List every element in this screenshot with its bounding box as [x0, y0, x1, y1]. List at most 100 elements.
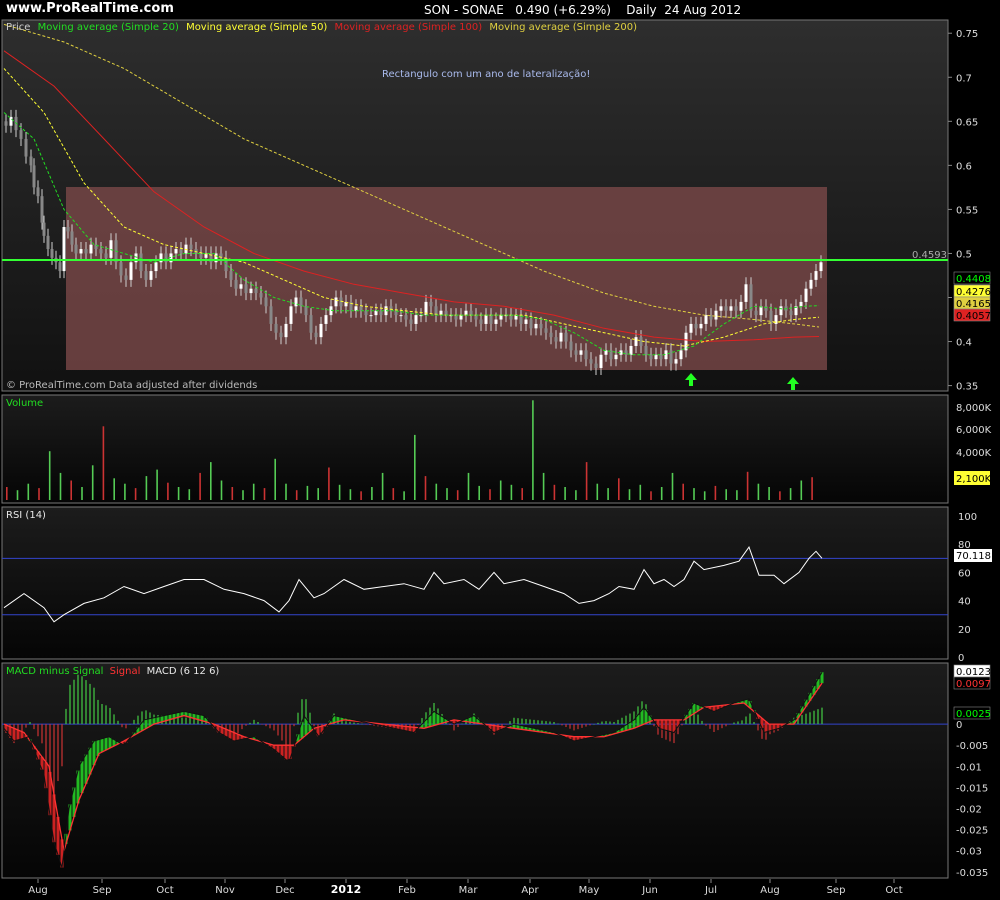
candle-body: [40, 196, 44, 223]
candle-body: [594, 363, 598, 368]
macd-hist-bar: [309, 712, 311, 725]
candle-body: [524, 319, 528, 324]
macd-hist-bar: [713, 724, 715, 732]
price-legend: Price Moving average (Simple 20) Moving …: [6, 22, 637, 33]
candle-body: [734, 306, 738, 311]
volume-bar: [59, 472, 62, 500]
candle-body: [499, 315, 503, 320]
x-axis-label: Jul: [704, 885, 717, 896]
macd-hist-bar: [589, 724, 591, 726]
candle-body: [689, 323, 693, 333]
chart-canvas: 0.4593 Price Moving average (Simple 20) …: [1, 19, 992, 896]
macd-hist-bar: [809, 712, 811, 725]
candle-body: [414, 315, 418, 324]
rsi-tick-label: 60: [958, 568, 971, 579]
macd-tick-label: -0.005: [956, 741, 988, 752]
candle-body: [559, 332, 563, 342]
price-panel: 0.4593 Price Moving average (Simple 20) …: [1, 19, 949, 392]
value-tag: 0.4057: [956, 311, 991, 322]
volume-bar: [113, 478, 115, 500]
macd-hist-bar: [185, 717, 187, 725]
candle-body: [799, 301, 803, 307]
macd-hist-bar: [53, 724, 55, 796]
volume-bar: [328, 467, 330, 500]
volume-bar: [295, 490, 298, 500]
macd-hist-bar: [457, 724, 459, 728]
x-axis-label: Sep: [93, 885, 112, 896]
candle-body: [719, 306, 723, 311]
macd-hist-bar: [461, 723, 463, 725]
x-axis-label: Nov: [215, 885, 235, 896]
candle-body: [534, 323, 538, 329]
macd-hist-bar: [109, 707, 111, 725]
volume-bar: [789, 488, 792, 500]
volume-bar: [188, 489, 191, 500]
candle-body: [379, 310, 383, 316]
candle-body: [369, 315, 373, 317]
volume-bar: [553, 484, 556, 500]
macd-hist-bar: [85, 680, 87, 725]
candle-body: [464, 310, 468, 316]
macd-hist-bar: [537, 720, 539, 725]
candle-body: [239, 284, 243, 289]
volume-bar: [38, 488, 40, 500]
volume-bar: [338, 484, 341, 500]
macd-line-label: MACD (6 12 6): [147, 666, 220, 677]
candle-body: [789, 310, 793, 316]
candle-body: [814, 271, 818, 280]
macd-hist-bar: [813, 710, 815, 725]
macd-hist-bar: [625, 715, 627, 725]
candle-body: [644, 345, 648, 355]
volume-bar: [575, 490, 577, 500]
macd-panel: MACD minus Signal Signal MACD (6 12 6): [1, 662, 949, 879]
candle-body: [694, 323, 698, 329]
candle-body: [484, 315, 488, 324]
macd-hist-bar: [345, 721, 347, 725]
macd-hist-bar: [289, 724, 291, 745]
volume-bar: [650, 491, 652, 500]
macd-hist-bar: [129, 724, 131, 725]
candle-body: [254, 288, 258, 294]
macd-hist-bar: [241, 724, 243, 730]
macd-hist-bar: [281, 724, 283, 741]
candle-body: [104, 253, 108, 258]
candle-body: [659, 354, 663, 360]
candle-body: [374, 310, 378, 316]
volume-bar: [210, 462, 212, 500]
x-axis-label: Aug: [760, 885, 780, 896]
candle-body: [584, 350, 588, 360]
candle-body: [109, 240, 113, 258]
candle-body: [304, 306, 308, 316]
candle-body: [244, 284, 248, 294]
x-axis-label: Apr: [521, 885, 539, 896]
volume-bar: [91, 465, 94, 500]
macd-hist-bar: [449, 724, 451, 725]
macd-hist-bar: [569, 724, 571, 729]
volume-bar: [757, 483, 760, 500]
macd-hist-bar: [505, 724, 507, 725]
macd-hist-bar: [525, 719, 527, 725]
candle-body: [79, 249, 83, 254]
candle-body: [724, 306, 728, 311]
volume-bar: [306, 485, 309, 500]
macd-hist-bar: [65, 708, 67, 725]
volume-bar: [736, 490, 738, 500]
candle-body: [399, 315, 403, 317]
volume-bar: [489, 489, 491, 500]
candle-body: [139, 253, 143, 272]
candle-body: [174, 249, 178, 254]
volume-bar: [263, 488, 266, 500]
candle-body: [549, 332, 553, 338]
macd-hist-bar: [237, 724, 239, 733]
macd-hist-bar: [37, 724, 39, 737]
candle-body: [579, 350, 583, 355]
macd-hist-bar: [265, 724, 267, 727]
macd-hist-bar: [737, 721, 739, 725]
macd-hist-bar: [541, 720, 543, 725]
macd-hist-bar: [245, 724, 247, 726]
volume-bar: [156, 469, 158, 500]
volume-bar: [499, 480, 502, 500]
candle-body: [804, 288, 808, 302]
volume-bar: [660, 487, 663, 500]
rsi-tick-label: 40: [958, 597, 971, 608]
